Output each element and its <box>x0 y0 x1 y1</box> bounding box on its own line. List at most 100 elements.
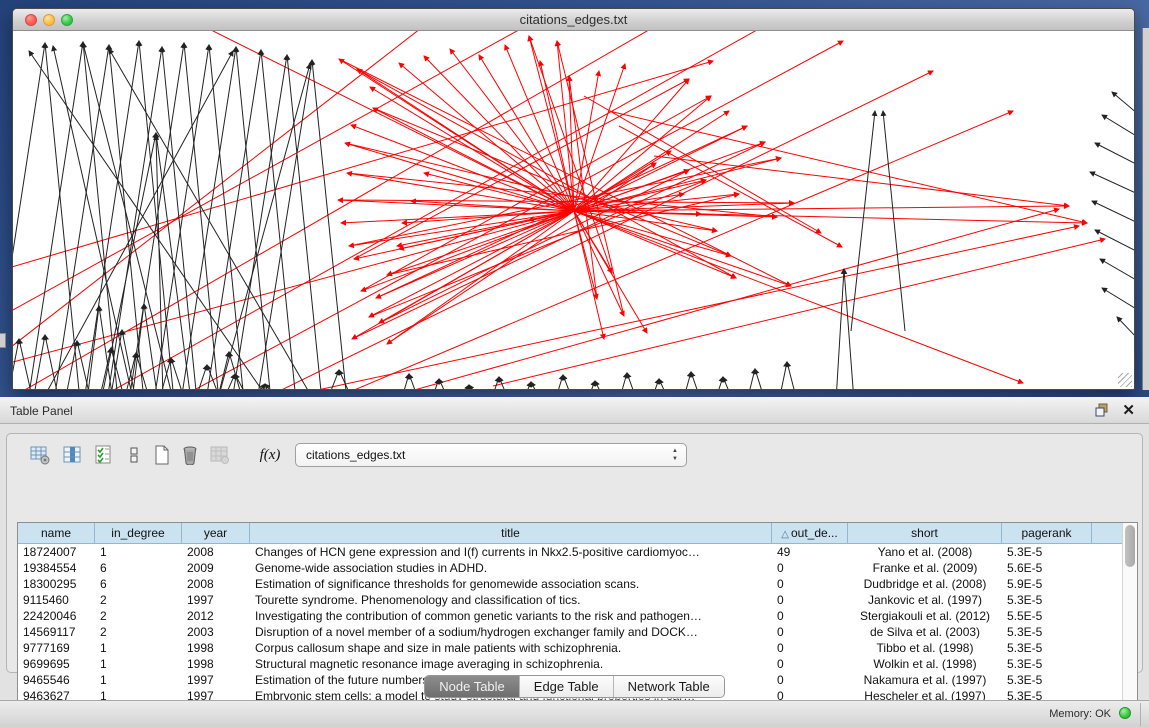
table-cell[interactable]: Corpus callosum shape and size in male p… <box>250 640 772 656</box>
column-header-year[interactable]: year <box>182 523 250 544</box>
tab-node-table[interactable]: Node Table <box>425 676 520 697</box>
table-selector-value: citations_edges.txt <box>306 448 405 462</box>
table-panel-body: f(x) citations_edges.txt ▲▼ namein_degre… <box>6 433 1143 673</box>
table-row[interactable]: 1938455462009Genome-wide association stu… <box>18 560 1137 576</box>
table-cell[interactable]: 19384554 <box>18 560 95 576</box>
new-column-icon[interactable] <box>151 444 173 466</box>
table-mode-icon[interactable] <box>29 444 51 466</box>
table-row[interactable]: 977716911998Corpus callosum shape and si… <box>18 640 1137 656</box>
table-cell[interactable]: 18724007 <box>18 544 95 560</box>
table-cell[interactable]: 5.3E-5 <box>1002 592 1092 608</box>
table-header-row: namein_degreeyeartitle△out_de...shortpag… <box>18 523 1137 544</box>
table-cell[interactable]: 5.6E-5 <box>1002 560 1092 576</box>
table-cell[interactable]: Disruption of a novel member of a sodium… <box>250 624 772 640</box>
row-stack-icon[interactable] <box>123 444 145 466</box>
table-cell[interactable]: 1 <box>95 640 182 656</box>
table-cell[interactable]: 2008 <box>182 576 250 592</box>
table-cell[interactable]: 2012 <box>182 608 250 624</box>
table-cell[interactable]: Investigating the contribution of common… <box>250 608 772 624</box>
table-cell[interactable]: Dudbridge et al. (2008) <box>848 576 1002 592</box>
table-row[interactable]: 1830029562008Estimation of significance … <box>18 576 1137 592</box>
table-cell[interactable]: Stergiakouli et al. (2012) <box>848 608 1002 624</box>
table-cell[interactable]: 0 <box>772 608 848 624</box>
table-row[interactable]: 1456911722003Disruption of a novel membe… <box>18 624 1137 640</box>
window-title: citations_edges.txt <box>13 12 1134 27</box>
table-cell[interactable]: 1997 <box>182 592 250 608</box>
table-cell[interactable]: Jankovic et al. (1997) <box>848 592 1002 608</box>
table-cell[interactable]: Yano et al. (2008) <box>848 544 1002 560</box>
table-selector-dropdown[interactable]: citations_edges.txt ▲▼ <box>295 443 687 467</box>
column-header-title[interactable]: title <box>250 523 772 544</box>
table-cell[interactable]: 49 <box>772 544 848 560</box>
table-cell[interactable]: 5.3E-5 <box>1002 656 1092 672</box>
table-cell[interactable]: 0 <box>772 640 848 656</box>
table-cell[interactable]: Franke et al. (2009) <box>848 560 1002 576</box>
table-cell[interactable]: 0 <box>772 576 848 592</box>
table-cell[interactable]: 1998 <box>182 656 250 672</box>
table-cell[interactable]: 2008 <box>182 544 250 560</box>
table-cell[interactable]: 2 <box>95 608 182 624</box>
table-cell[interactable]: 2003 <box>182 624 250 640</box>
table-cell[interactable]: 0 <box>772 560 848 576</box>
table-cell[interactable]: Tourette syndrome. Phenomenology and cla… <box>250 592 772 608</box>
table-cell[interactable]: 5.3E-5 <box>1002 544 1092 560</box>
table-row[interactable]: 969969511998Structural magnetic resonanc… <box>18 656 1137 672</box>
delete-column-icon[interactable] <box>179 444 201 466</box>
table-cell[interactable]: 9699695 <box>18 656 95 672</box>
table-cell[interactable]: 5.3E-5 <box>1002 624 1092 640</box>
background-window-sliver <box>1142 28 1149 390</box>
table-cell[interactable]: Genome-wide association studies in ADHD. <box>250 560 772 576</box>
table-cell[interactable]: 9777169 <box>18 640 95 656</box>
table-cell[interactable]: 5.3E-5 <box>1002 640 1092 656</box>
column-header-pagerank[interactable]: pagerank <box>1002 523 1092 544</box>
table-cell[interactable]: Structural magnetic resonance image aver… <box>250 656 772 672</box>
column-header-name[interactable]: name <box>18 523 95 544</box>
table-cell[interactable]: 14569117 <box>18 624 95 640</box>
network-desktop: citations_edges.txt <box>0 0 1149 397</box>
float-window-icon[interactable] <box>1095 403 1109 417</box>
table-row[interactable]: 2242004622012Investigating the contribut… <box>18 608 1137 624</box>
table-cell[interactable]: 2 <box>95 592 182 608</box>
table-row[interactable]: 911546021997Tourette syndrome. Phenomeno… <box>18 592 1137 608</box>
network-window[interactable]: citations_edges.txt <box>12 8 1135 390</box>
table-cell[interactable]: 2 <box>95 624 182 640</box>
table-cell[interactable]: Tibbo et al. (1998) <box>848 640 1002 656</box>
column-header-out_de[interactable]: △out_de... <box>772 523 848 544</box>
table-cell[interactable]: 0 <box>772 624 848 640</box>
window-titlebar[interactable]: citations_edges.txt <box>13 9 1134 31</box>
column-visibility-icon[interactable] <box>61 444 83 466</box>
table-cell[interactable]: 0 <box>772 656 848 672</box>
table-cell[interactable]: 22420046 <box>18 608 95 624</box>
column-header-short[interactable]: short <box>848 523 1002 544</box>
import-table-icon[interactable] <box>209 444 231 466</box>
table-cell[interactable]: de Silva et al. (2003) <box>848 624 1002 640</box>
table-cell[interactable]: 1998 <box>182 640 250 656</box>
table-cell[interactable]: 1 <box>95 544 182 560</box>
table-cell[interactable]: 5.5E-5 <box>1002 608 1092 624</box>
table-cell[interactable]: 9115460 <box>18 592 95 608</box>
resize-grip-icon[interactable] <box>1118 373 1132 387</box>
table-cell[interactable]: 6 <box>95 576 182 592</box>
function-builder-icon[interactable]: f(x) <box>259 444 281 466</box>
tab-edge-table[interactable]: Edge Table <box>520 676 614 697</box>
table-panel-title: Table Panel <box>10 404 73 418</box>
close-panel-icon[interactable]: ✕ <box>1122 401 1135 419</box>
table-cell[interactable]: Changes of HCN gene expression and I(f) … <box>250 544 772 560</box>
tab-network-table[interactable]: Network Table <box>614 676 724 697</box>
table-cell[interactable]: 2009 <box>182 560 250 576</box>
column-header-in_degree[interactable]: in_degree <box>95 523 182 544</box>
table-cell[interactable]: Wolkin et al. (1998) <box>848 656 1002 672</box>
table-cell[interactable]: 0 <box>772 592 848 608</box>
scrollbar-thumb[interactable] <box>1125 525 1135 567</box>
table-cell[interactable]: Estimation of significance thresholds fo… <box>250 576 772 592</box>
table-cell[interactable]: 6 <box>95 560 182 576</box>
table-cell[interactable]: 1 <box>95 656 182 672</box>
column-select-icon[interactable] <box>93 444 115 466</box>
table-cell[interactable]: 5.9E-5 <box>1002 576 1092 592</box>
network-canvas[interactable] <box>13 31 1134 389</box>
table-cell[interactable]: 18300295 <box>18 576 95 592</box>
table-toolbar: f(x) citations_edges.txt ▲▼ <box>17 442 1117 472</box>
graph-edges-layer <box>13 31 1134 389</box>
table-tabs-bar: Node TableEdge TableNetwork Table <box>0 675 1149 699</box>
table-row[interactable]: 1872400712008Changes of HCN gene express… <box>18 544 1137 560</box>
